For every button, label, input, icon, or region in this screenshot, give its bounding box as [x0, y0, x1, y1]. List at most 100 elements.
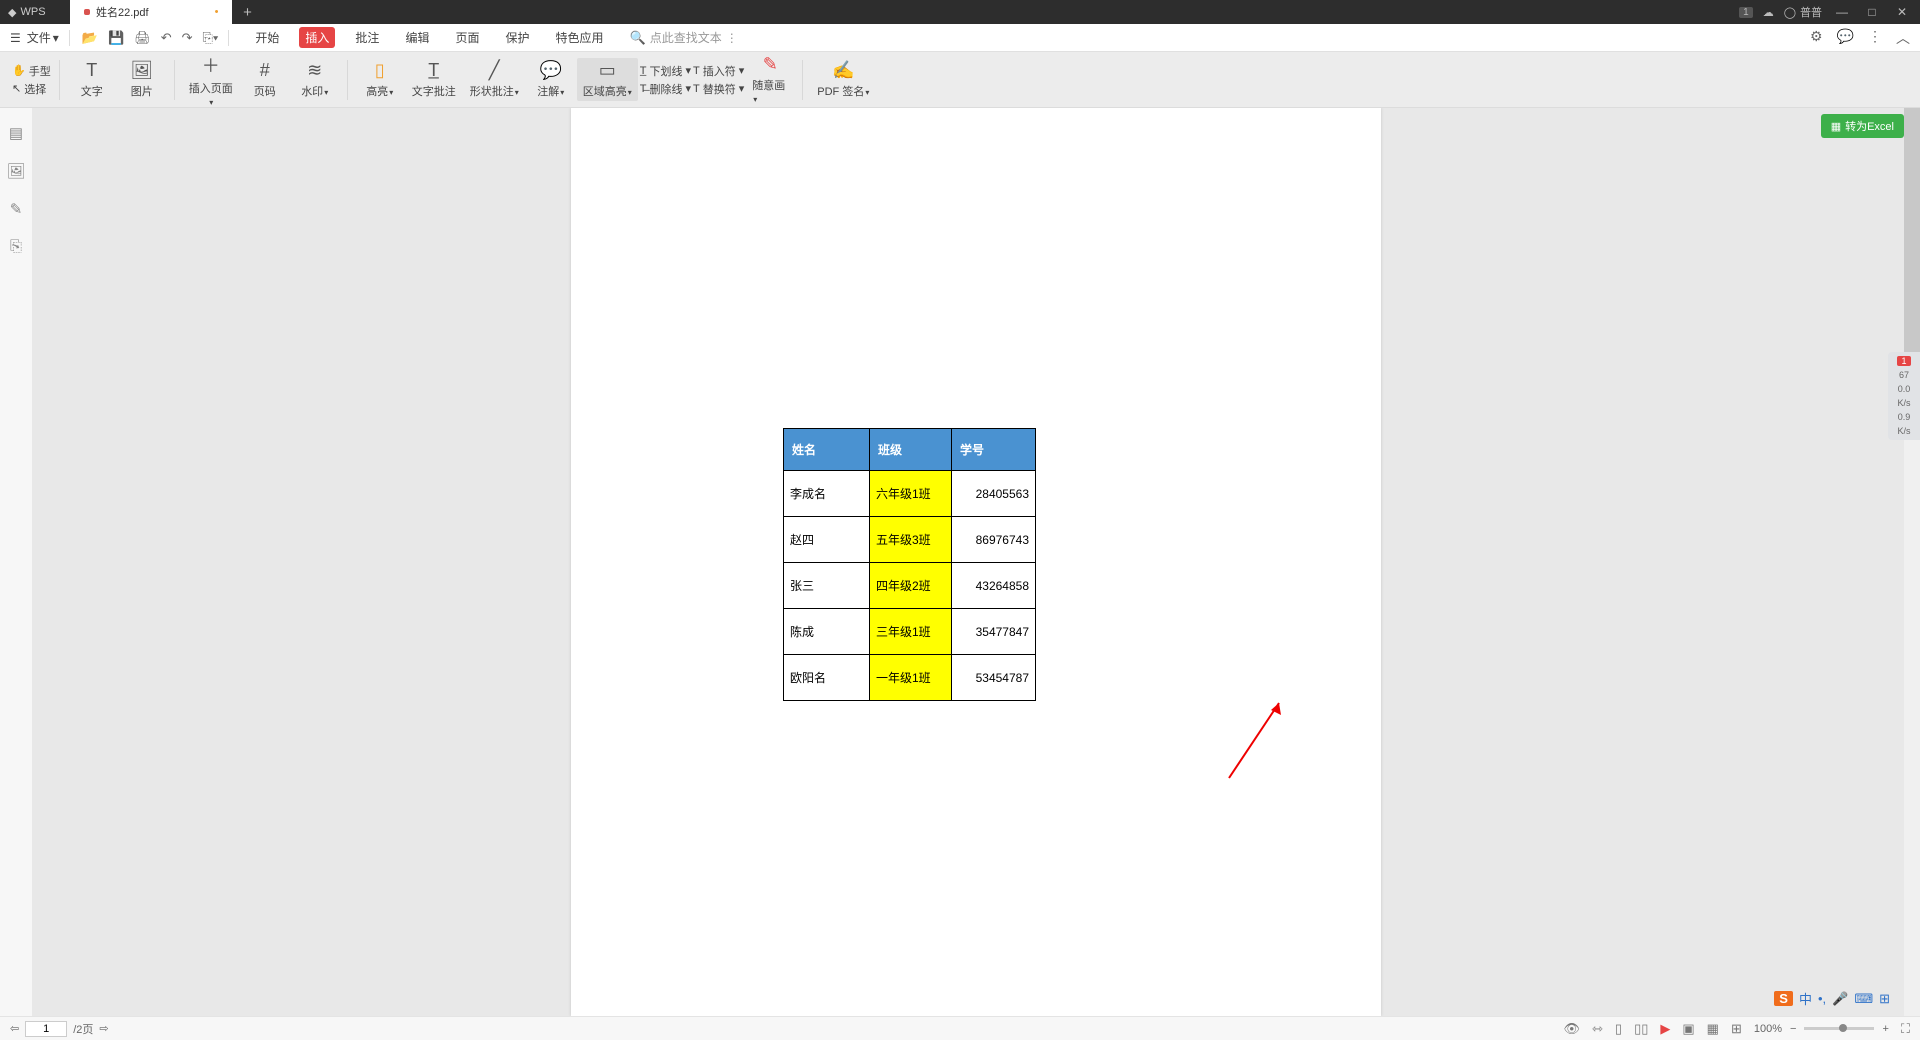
freehand-button[interactable]: ✎随意画▾ — [746, 52, 794, 107]
export-icon[interactable]: ⎘▾ — [203, 30, 219, 46]
highlight-button[interactable]: ▯高亮▾ — [356, 58, 404, 101]
tab-insert[interactable]: 插入 — [299, 27, 335, 48]
text-annot-icon: T̲ — [428, 60, 439, 81]
perf-alert-badge: 1 — [1897, 356, 1910, 366]
tab-page[interactable]: 页面 — [449, 27, 485, 48]
undo-icon[interactable]: ↶ — [161, 30, 172, 46]
pdf-sign-button[interactable]: ✍PDF 签名▾ — [811, 58, 875, 101]
col-header-id: 学号 — [952, 429, 1036, 471]
more-icon[interactable]: ⋮ — [1868, 28, 1882, 48]
hand-mode-button[interactable]: ✋手型 — [12, 63, 51, 79]
wps-logo: ◆ WPS — [0, 6, 70, 19]
ime-toolbar[interactable]: S 中 •, 🎤 ⌨ ⊞ — [1774, 989, 1890, 1008]
eye-icon[interactable]: 👁 — [1563, 1021, 1580, 1037]
cloud-icon[interactable]: ☁ — [1763, 6, 1774, 19]
performance-widget[interactable]: 1 67 0.0 K/s 0.9 K/s — [1888, 352, 1920, 440]
settings-icon[interactable]: ⚙ — [1810, 28, 1823, 48]
save-icon[interactable]: 💾 — [108, 30, 124, 46]
tab-start[interactable]: 开始 — [249, 27, 285, 48]
page-number-input[interactable] — [25, 1021, 67, 1037]
notification-badge[interactable]: 1 — [1739, 7, 1753, 18]
collapse-ribbon-icon[interactable]: ︿ — [1896, 28, 1910, 48]
zoom-in-button[interactable]: + — [1882, 1023, 1888, 1035]
select-mode-button[interactable]: ↖选择 — [12, 81, 51, 97]
ime-mic-icon[interactable]: 🎤 — [1832, 991, 1848, 1007]
feedback-icon[interactable]: 💬 — [1837, 28, 1854, 48]
tab-annotate[interactable]: 批注 — [349, 27, 385, 48]
separator — [347, 60, 348, 100]
text-button[interactable]: T文字 — [68, 58, 116, 101]
insert-char-button[interactable]: T插入符▾ — [693, 63, 744, 79]
search-box[interactable]: 🔍 点此查找文本 ⋮ — [630, 29, 738, 46]
dropdown-icon: ▾ — [53, 31, 59, 45]
window-minimize-button[interactable]: — — [1832, 5, 1852, 19]
data-table: 姓名 班级 学号 李成名六年级1班28405563 赵四五年级3班8697674… — [783, 428, 1036, 701]
window-maximize-button[interactable]: □ — [1862, 5, 1882, 19]
user-menu[interactable]: ◯ 普普 — [1784, 4, 1822, 20]
two-page-icon[interactable]: ▯▯ — [1634, 1021, 1648, 1037]
ime-keyboard-icon[interactable]: ⌨ — [1854, 991, 1873, 1007]
layout3-icon[interactable]: ⊞ — [1731, 1021, 1742, 1037]
total-pages-label: /2页 — [73, 1021, 93, 1037]
left-sidebar: ▤ 🖼 ✎ ⎘ — [0, 108, 32, 1016]
zoom-out-button[interactable]: − — [1790, 1023, 1796, 1035]
search-placeholder: 点此查找文本 — [650, 29, 722, 46]
fullscreen-icon[interactable]: ⛶ — [1901, 1021, 1910, 1037]
watermark-button[interactable]: ≋水印▾ — [291, 58, 339, 101]
area-highlight-button[interactable]: ▭区域高亮▾ — [577, 58, 638, 101]
convert-to-excel-button[interactable]: ▦ 转为Excel — [1821, 114, 1904, 138]
underline-button[interactable]: T̲下划线▾ — [640, 63, 691, 79]
perf-dn: 0.9 — [1898, 412, 1911, 422]
separator — [59, 60, 60, 100]
layout1-icon[interactable]: ▣ — [1682, 1021, 1694, 1037]
search-icon: 🔍 — [630, 30, 646, 46]
prev-page-button[interactable]: ⇦ — [10, 1022, 19, 1035]
window-close-button[interactable]: ✕ — [1892, 5, 1912, 19]
play-icon[interactable]: ▶ — [1660, 1021, 1670, 1037]
modified-indicator: • — [215, 6, 219, 18]
zoom-slider[interactable] — [1804, 1027, 1874, 1030]
print-icon[interactable]: 🖨 — [134, 30, 151, 46]
cursor-mode-group: ✋手型 ↖选择 — [12, 63, 51, 97]
file-menu[interactable]: 文件 ▾ — [27, 29, 59, 46]
fit-width-icon[interactable]: ⇿ — [1592, 1021, 1603, 1037]
document-tab[interactable]: 姓名22.pdf • — [70, 0, 232, 24]
ime-punct[interactable]: •, — [1818, 991, 1826, 1006]
image-panel-icon[interactable]: 🖼 — [6, 162, 25, 180]
hamburger-icon[interactable]: ☰ — [10, 31, 21, 45]
comment-icon: 💬 — [540, 60, 562, 81]
watermark-icon: ≋ — [307, 60, 322, 81]
shape-annotation-button[interactable]: ╱形状批注▾ — [464, 58, 525, 101]
ime-logo-icon: S — [1774, 991, 1793, 1006]
text-annotation-button[interactable]: T̲文字批注 — [406, 58, 462, 101]
vertical-scrollbar[interactable] — [1904, 108, 1920, 1016]
strikeout-button[interactable]: T̶删除线▾ — [640, 81, 691, 97]
attachment-panel-icon[interactable]: ⎘ — [10, 238, 22, 255]
convert-label: 转为Excel — [1845, 118, 1894, 134]
tab-edit[interactable]: 编辑 — [399, 27, 435, 48]
image-button[interactable]: 🖼图片 — [118, 58, 166, 101]
next-page-button[interactable]: ⇨ — [99, 1022, 108, 1035]
redo-icon[interactable]: ↷ — [182, 30, 193, 46]
replace-char-button[interactable]: T替换符▾ — [693, 81, 744, 97]
wps-logo-text: WPS — [20, 6, 45, 18]
document-viewport[interactable]: 姓名 班级 学号 李成名六年级1班28405563 赵四五年级3班8697674… — [32, 108, 1920, 1016]
menu-bar: ☰ 文件 ▾ 📂 💾 🖨 ↶ ↷ ⎘▾ 开始 插入 批注 编辑 页面 保护 特色… — [0, 24, 1920, 52]
col-header-name: 姓名 — [784, 429, 870, 471]
tab-protect[interactable]: 保护 — [499, 27, 535, 48]
comment-button[interactable]: 💬注解▾ — [527, 58, 575, 101]
new-tab-button[interactable]: + — [232, 4, 262, 21]
page-num-icon: # — [260, 60, 270, 81]
ime-grid-icon[interactable]: ⊞ — [1879, 991, 1890, 1007]
ime-lang[interactable]: 中 — [1799, 989, 1812, 1008]
page-number-button[interactable]: #页码 — [241, 58, 289, 101]
open-icon[interactable]: 📂 — [82, 30, 98, 46]
zoom-control: 100% − + — [1754, 1023, 1889, 1035]
bookmark-panel-icon[interactable]: ✎ — [10, 200, 23, 218]
thumbnail-panel-icon[interactable]: ▤ — [9, 124, 23, 142]
layout2-icon[interactable]: ▦ — [1707, 1021, 1719, 1037]
tab-features[interactable]: 特色应用 — [549, 27, 609, 48]
divider — [69, 30, 70, 46]
single-page-icon[interactable]: ▯ — [1615, 1021, 1622, 1037]
insert-page-button[interactable]: ＋插入页面▾ — [183, 50, 239, 109]
